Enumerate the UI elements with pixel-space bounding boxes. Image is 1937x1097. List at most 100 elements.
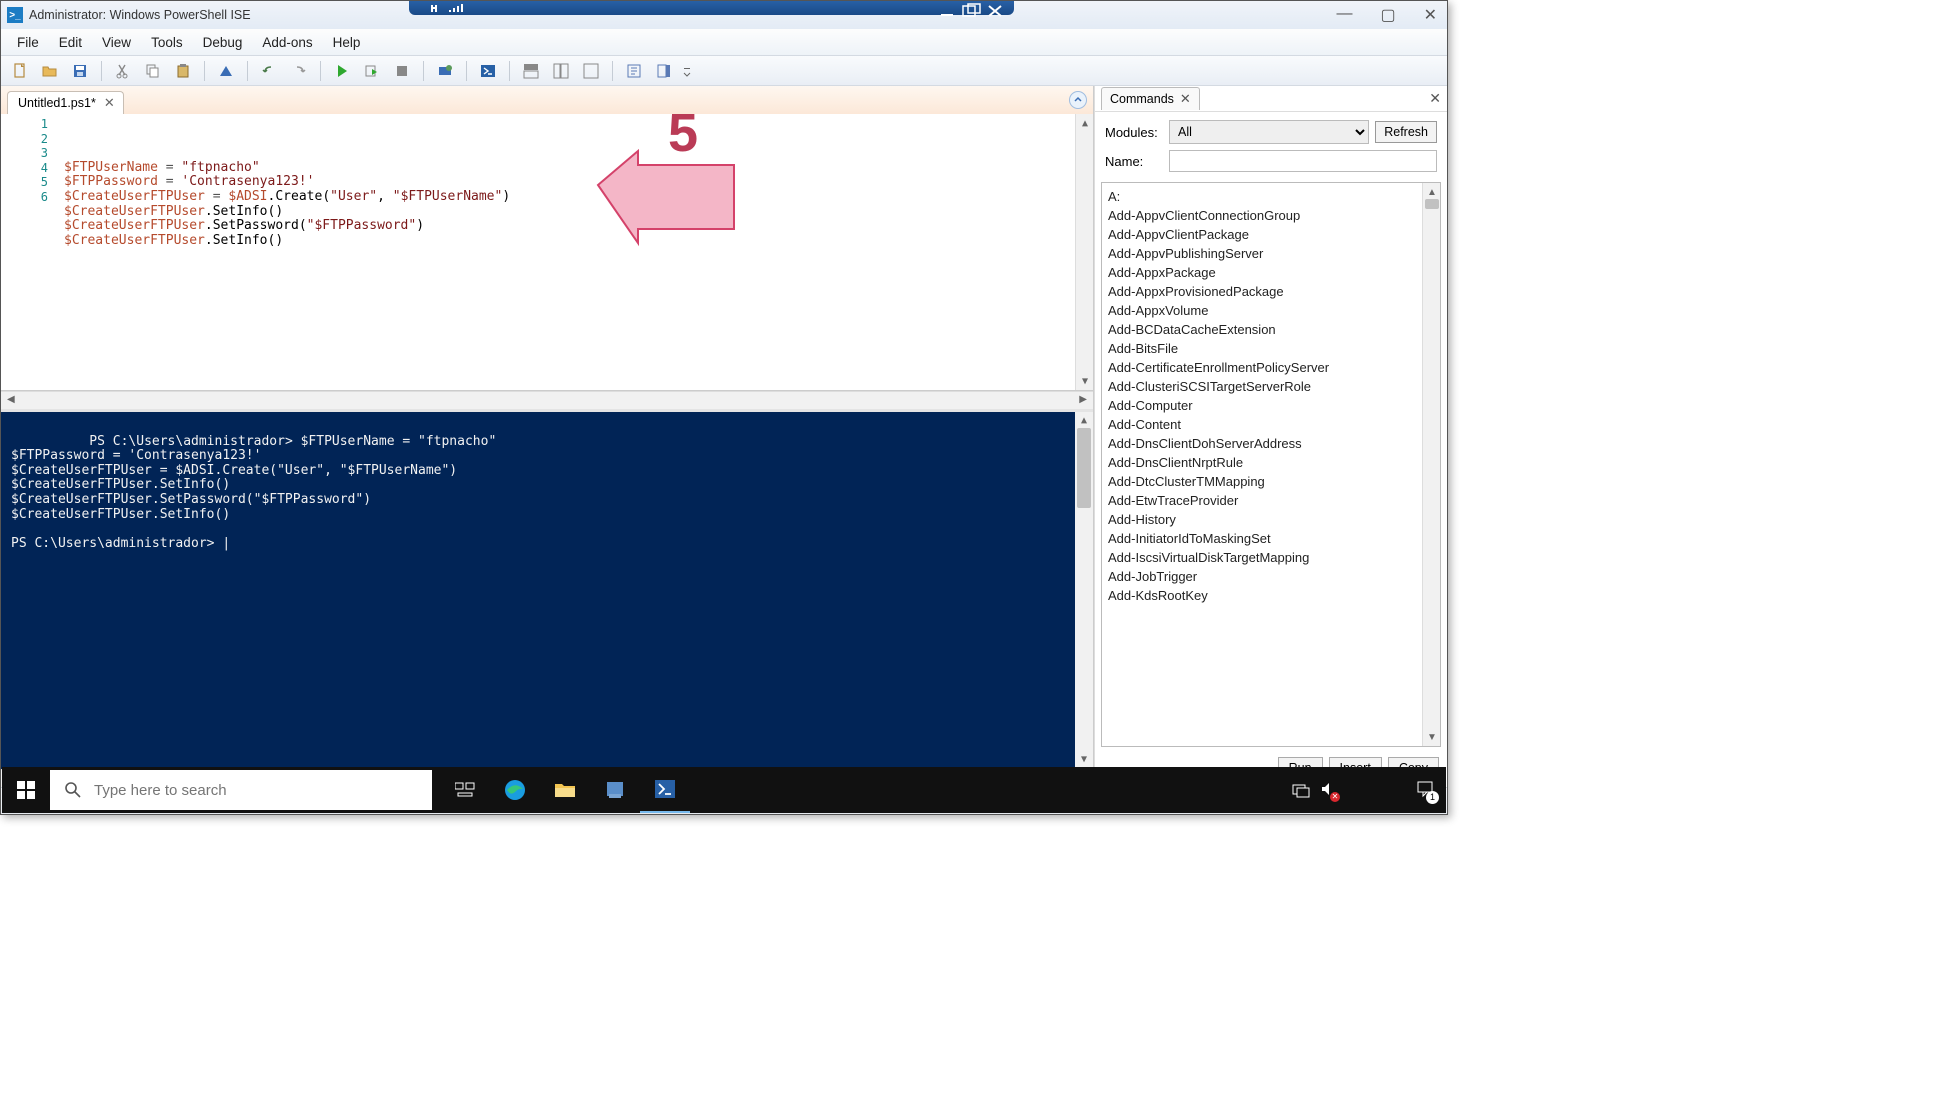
start-button[interactable] bbox=[2, 767, 50, 813]
edge-icon[interactable] bbox=[490, 767, 540, 813]
command-item[interactable]: Add-AppxVolume bbox=[1108, 301, 1416, 320]
command-item[interactable]: Add-CertificateEnrollmentPolicyServer bbox=[1108, 358, 1416, 377]
command-item[interactable]: Add-DtcClusterTMMapping bbox=[1108, 472, 1416, 491]
editor-vertical-scrollbar[interactable]: ▲ ▼ bbox=[1075, 114, 1093, 390]
run-script-button[interactable] bbox=[329, 59, 355, 83]
action-center-icon[interactable]: 1 bbox=[1416, 780, 1434, 801]
paste-button[interactable] bbox=[170, 59, 196, 83]
command-item[interactable]: Add-AppvClientPackage bbox=[1108, 225, 1416, 244]
taskbar-search-input[interactable] bbox=[94, 782, 418, 799]
start-powershell-exe-button[interactable] bbox=[475, 59, 501, 83]
system-tray: ✕ 1 bbox=[1292, 780, 1446, 801]
taskbar-search[interactable] bbox=[50, 770, 432, 810]
command-item[interactable]: Add-History bbox=[1108, 510, 1416, 529]
console-text: PS C:\Users\administrador> $FTPUserName … bbox=[11, 434, 496, 551]
windows-taskbar: ✕ 1 bbox=[2, 767, 1446, 813]
modules-label: Modules: bbox=[1105, 125, 1163, 140]
command-item[interactable]: Add-DnsClientDohServerAddress bbox=[1108, 434, 1416, 453]
editor-tabstrip: Untitled1.ps1* ✕ bbox=[1, 86, 1093, 114]
toolbar-overflow-button[interactable] bbox=[681, 59, 693, 83]
run-selection-button[interactable] bbox=[359, 59, 385, 83]
command-item[interactable]: Add-KdsRootKey bbox=[1108, 586, 1416, 605]
tray-network-icon[interactable] bbox=[1292, 782, 1310, 798]
command-item[interactable]: Add-Content bbox=[1108, 415, 1416, 434]
refresh-button[interactable]: Refresh bbox=[1375, 121, 1437, 143]
taskbar-pinned bbox=[440, 767, 690, 813]
menu-help[interactable]: Help bbox=[323, 31, 371, 54]
window-title: Administrator: Windows PowerShell ISE bbox=[29, 8, 251, 22]
annotation-arrow: 5 bbox=[590, 114, 738, 218]
commands-filter: Modules: All Refresh Name: bbox=[1095, 112, 1447, 174]
console-vertical-scrollbar[interactable]: ▲ ▼ bbox=[1075, 412, 1093, 769]
ise-window: >_ Administrator: Windows PowerShell ISE… bbox=[0, 0, 1448, 815]
collapse-script-pane-button[interactable] bbox=[1069, 91, 1087, 109]
commands-tab[interactable]: Commands ✕ bbox=[1101, 87, 1200, 110]
command-item[interactable]: Add-ClusteriSCSITargetServerRole bbox=[1108, 377, 1416, 396]
new-remote-tab-button[interactable] bbox=[432, 59, 458, 83]
file-explorer-icon[interactable] bbox=[540, 767, 590, 813]
command-item[interactable]: Add-AppxProvisionedPackage bbox=[1108, 282, 1416, 301]
maximize-button[interactable]: ▢ bbox=[1380, 5, 1395, 25]
modules-dropdown[interactable]: All bbox=[1169, 120, 1369, 144]
line-gutter: 123456 bbox=[1, 114, 56, 390]
show-command-button[interactable] bbox=[621, 59, 647, 83]
open-file-button[interactable] bbox=[37, 59, 63, 83]
commands-tab-close-icon[interactable]: ✕ bbox=[1180, 91, 1191, 107]
code-area[interactable]: $FTPUserName = "ftpnacho"$FTPPassword = … bbox=[56, 114, 1075, 390]
commands-pane-close-icon[interactable]: ✕ bbox=[1429, 90, 1441, 107]
command-item[interactable]: Add-BitsFile bbox=[1108, 339, 1416, 358]
tray-volume-icon[interactable]: ✕ bbox=[1320, 781, 1336, 800]
powershell-ise-taskbar-icon[interactable] bbox=[640, 767, 690, 813]
command-item[interactable]: Add-JobTrigger bbox=[1108, 567, 1416, 586]
new-file-button[interactable] bbox=[7, 59, 33, 83]
menu-debug[interactable]: Debug bbox=[193, 31, 253, 54]
mdi-caption-buttons[interactable] bbox=[931, 0, 1017, 25]
copy-button[interactable] bbox=[140, 59, 166, 83]
script-editor[interactable]: 123456 $FTPUserName = "ftpnacho"$FTPPass… bbox=[1, 114, 1093, 391]
command-item[interactable]: Add-EtwTraceProvider bbox=[1108, 491, 1416, 510]
editor-horizontal-scrollbar[interactable]: ◀ ▶ bbox=[1, 391, 1093, 409]
clear-console-button[interactable] bbox=[213, 59, 239, 83]
outer-caption-buttons: — ▢ ✕ bbox=[1336, 5, 1437, 25]
command-item[interactable]: Add-InitiatorIdToMaskingSet bbox=[1108, 529, 1416, 548]
command-item[interactable]: Add-IscsiVirtualDiskTargetMapping bbox=[1108, 548, 1416, 567]
commands-tab-header: Commands ✕ ✕ bbox=[1095, 86, 1447, 112]
cut-button[interactable] bbox=[110, 59, 136, 83]
show-script-top-button[interactable] bbox=[518, 59, 544, 83]
save-button[interactable] bbox=[67, 59, 93, 83]
menu-addons[interactable]: Add-ons bbox=[252, 31, 322, 54]
editor-tab[interactable]: Untitled1.ps1* ✕ bbox=[7, 91, 124, 114]
console-pane-wrap: PS C:\Users\administrador> $FTPUserName … bbox=[1, 409, 1093, 787]
command-item[interactable]: Add-DnsClientNrptRule bbox=[1108, 453, 1416, 472]
menu-file[interactable]: File bbox=[7, 31, 49, 54]
tab-label: Untitled1.ps1* bbox=[18, 96, 96, 110]
commands-list-scrollbar[interactable]: ▲ ▼ bbox=[1422, 183, 1440, 746]
search-icon bbox=[64, 781, 82, 799]
redo-button[interactable] bbox=[286, 59, 312, 83]
command-item[interactable]: Add-BCDataCacheExtension bbox=[1108, 320, 1416, 339]
menubar: FileEditViewToolsDebugAdd-onsHelp bbox=[1, 29, 1447, 56]
tab-close-icon[interactable]: ✕ bbox=[104, 95, 115, 111]
show-command-addon-button[interactable] bbox=[651, 59, 677, 83]
commands-list[interactable]: A:Add-AppvClientConnectionGroupAdd-AppvC… bbox=[1102, 183, 1422, 746]
task-view-icon[interactable] bbox=[440, 767, 490, 813]
server-manager-icon[interactable] bbox=[590, 767, 640, 813]
console-pane[interactable]: PS C:\Users\administrador> $FTPUserName … bbox=[1, 409, 1093, 769]
show-script-right-button[interactable] bbox=[548, 59, 574, 83]
menu-view[interactable]: View bbox=[92, 31, 141, 54]
titlebar: >_ Administrator: Windows PowerShell ISE… bbox=[1, 1, 1447, 29]
command-item[interactable]: Add-AppxPackage bbox=[1108, 263, 1416, 282]
name-filter-input[interactable] bbox=[1169, 150, 1437, 172]
show-script-max-button[interactable] bbox=[578, 59, 604, 83]
undo-button[interactable] bbox=[256, 59, 282, 83]
minimize-button[interactable]: — bbox=[1336, 5, 1352, 25]
menu-tools[interactable]: Tools bbox=[141, 31, 193, 54]
menu-edit[interactable]: Edit bbox=[49, 31, 92, 54]
command-item[interactable]: Add-AppvClientConnectionGroup bbox=[1108, 206, 1416, 225]
command-item[interactable]: A: bbox=[1108, 187, 1416, 206]
command-item[interactable]: Add-Computer bbox=[1108, 396, 1416, 415]
close-button[interactable]: ✕ bbox=[1424, 5, 1437, 25]
command-item[interactable]: Add-AppvPublishingServer bbox=[1108, 244, 1416, 263]
stop-button[interactable] bbox=[389, 59, 415, 83]
commands-tab-label: Commands bbox=[1110, 92, 1174, 106]
